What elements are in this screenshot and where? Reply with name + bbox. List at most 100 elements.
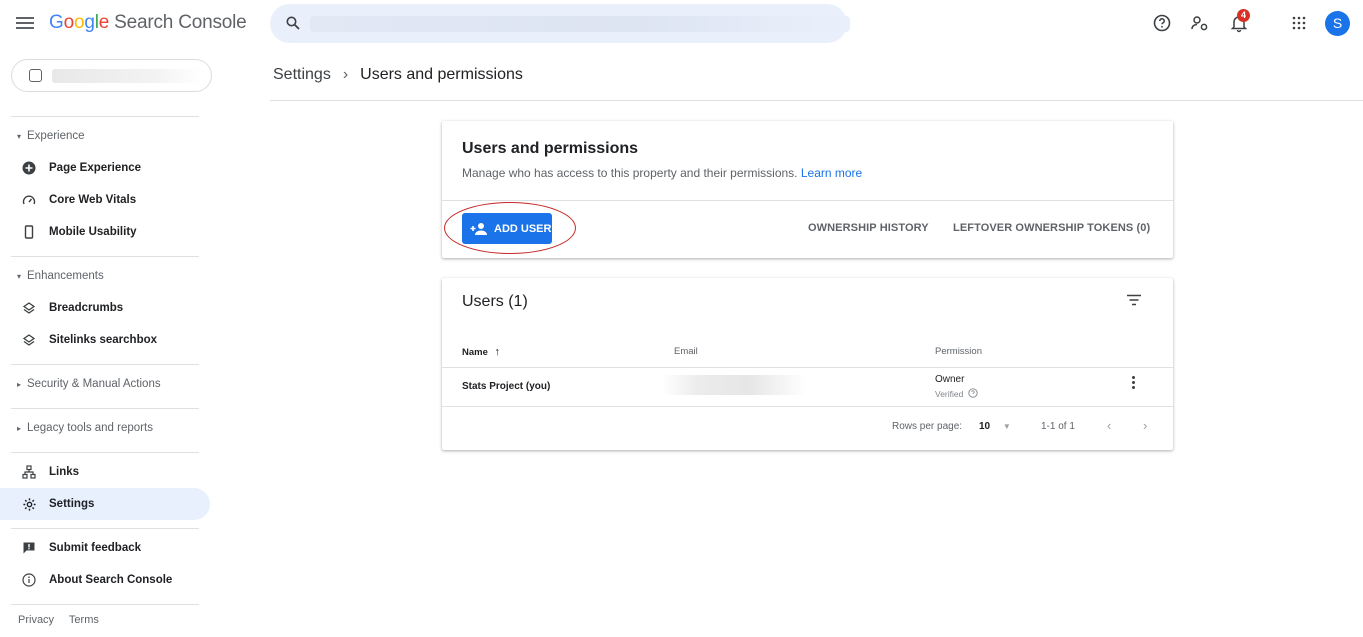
speed-gauge-icon — [21, 192, 37, 208]
sidebar-item-label: Settings — [49, 498, 95, 510]
sidebar-item-page-experience[interactable]: Page Experience — [0, 152, 210, 184]
logo-letter: o — [63, 12, 75, 33]
leftover-tokens-button[interactable]: LEFTOVER OWNERSHIP TOKENS (0) — [953, 222, 1150, 234]
sidebar-item-sitelinks-searchbox[interactable]: Sitelinks searchbox — [0, 324, 210, 356]
notification-badge: 4 — [1237, 9, 1250, 22]
sidebar-item-settings[interactable]: Settings — [0, 488, 210, 520]
section-enhancements[interactable]: ▾ Enhancements — [17, 270, 104, 282]
next-page-icon[interactable]: › — [1143, 418, 1147, 433]
header-divider — [270, 100, 1363, 101]
redacted-property-name — [52, 69, 202, 83]
rows-per-page-select[interactable]: 10 ▼ — [979, 421, 1011, 432]
add-user-label: ADD USER — [494, 222, 552, 235]
logo-letter: o — [73, 12, 85, 33]
sidebar-item-mobile-usability[interactable]: Mobile Usability — [0, 216, 210, 248]
sort-arrow-icon: ↑ — [494, 346, 501, 358]
top-bar: Google Search Console 4 S — [0, 0, 1363, 47]
breadcrumb: Settings › Users and permissions — [273, 66, 523, 84]
previous-page-icon[interactable]: ‹ — [1107, 418, 1111, 433]
gear-icon — [21, 496, 37, 512]
feedback-icon — [21, 540, 37, 556]
sidebar-item-about[interactable]: About Search Console — [0, 564, 210, 596]
rows-per-page-value: 10 — [979, 421, 991, 432]
users-card: Users (1) Name ↑ Email Permission Stats … — [442, 278, 1173, 450]
sidebar-item-label: Links — [49, 466, 80, 478]
section-experience[interactable]: ▾ Experience — [17, 130, 85, 142]
search-icon — [286, 16, 300, 30]
filter-icon[interactable] — [1126, 293, 1142, 307]
section-label: Security & Manual Actions — [27, 378, 161, 390]
sidebar-item-label: Breadcrumbs — [49, 302, 124, 314]
app-title: Search Console — [114, 12, 247, 33]
redacted-email — [662, 375, 807, 395]
sidebar-divider — [11, 364, 199, 365]
section-label: Enhancements — [27, 270, 104, 282]
smartphone-icon — [21, 224, 37, 240]
card-divider — [442, 200, 1173, 201]
sidebar-item-links[interactable]: Links — [0, 456, 210, 488]
user-name: Stats Project (you) — [462, 381, 551, 392]
account-settings-icon[interactable] — [1190, 13, 1210, 33]
redacted-search-text — [310, 16, 850, 32]
section-security[interactable]: ▸ Security & Manual Actions — [17, 378, 161, 390]
ownership-history-button[interactable]: OWNERSHIP HISTORY — [808, 222, 929, 234]
more-options-icon[interactable] — [1130, 376, 1136, 392]
apps-grid-icon[interactable] — [1289, 13, 1309, 33]
property-selector[interactable] — [11, 59, 212, 92]
sidebar-item-label: Submit feedback — [49, 542, 142, 554]
sidebar-divider — [11, 452, 199, 453]
description-text: Manage who has access to this property a… — [462, 166, 798, 180]
dropdown-arrow-icon: ▼ — [1002, 422, 1011, 431]
logo-letter: G — [49, 12, 64, 33]
terms-link[interactable]: Terms — [69, 614, 99, 626]
table-header-divider — [442, 367, 1173, 368]
sidebar-item-core-web-vitals[interactable]: Core Web Vitals — [0, 184, 210, 216]
sidebar-item-breadcrumbs[interactable]: Breadcrumbs — [0, 292, 210, 324]
avatar[interactable]: S — [1325, 11, 1350, 36]
logo-letter: e — [98, 12, 110, 33]
column-header-label: Name — [462, 347, 488, 358]
layers-icon — [21, 332, 37, 348]
table-row-divider — [442, 406, 1173, 407]
learn-more-link[interactable]: Learn more — [801, 166, 862, 180]
sidebar-item-label: Mobile Usability — [49, 226, 137, 238]
card-title: Users and permissions — [462, 140, 639, 157]
section-legacy[interactable]: ▸ Legacy tools and reports — [17, 422, 153, 434]
sidebar-divider — [11, 408, 199, 409]
page-range: 1-1 of 1 — [1041, 421, 1075, 432]
add-user-button[interactable]: ADD USER — [462, 213, 552, 244]
sidebar-item-label: About Search Console — [49, 574, 173, 586]
users-card-title: Users (1) — [462, 293, 528, 310]
section-label: Legacy tools and reports — [27, 422, 153, 434]
app-logo[interactable]: Google Search Console — [49, 12, 247, 34]
verified-label: Verified — [935, 389, 964, 399]
logo-letter: g — [84, 12, 95, 33]
privacy-link[interactable]: Privacy — [18, 614, 54, 626]
main-menu-icon[interactable] — [16, 14, 34, 32]
user-permission: Owner — [935, 374, 965, 385]
info-icon — [21, 572, 37, 588]
rows-per-page-label: Rows per page: — [892, 421, 963, 432]
help-icon[interactable] — [968, 388, 978, 398]
layers-icon — [21, 300, 37, 316]
sidebar-divider — [11, 528, 199, 529]
footer-links: Privacy Terms — [18, 614, 111, 626]
add-circle-icon — [21, 160, 37, 176]
column-header-name[interactable]: Name ↑ — [462, 346, 500, 358]
sidebar-divider — [11, 116, 199, 117]
sidebar-divider — [11, 604, 199, 605]
breadcrumb-settings-link[interactable]: Settings — [273, 66, 331, 83]
verified-status: Verified — [935, 388, 978, 399]
card-description: Manage who has access to this property a… — [462, 166, 862, 180]
expand-arrow-icon: ▸ — [17, 380, 22, 389]
search-input[interactable] — [270, 4, 850, 43]
permissions-card: Users and permissions Manage who has acc… — [442, 121, 1173, 258]
collapse-arrow-icon: ▾ — [17, 132, 22, 141]
sidebar-item-submit-feedback[interactable]: Submit feedback — [0, 532, 210, 564]
sidebar-item-label: Page Experience — [49, 162, 142, 174]
sitemap-icon — [21, 464, 37, 480]
breadcrumb-separator: › — [342, 66, 349, 83]
sidebar-divider — [11, 256, 199, 257]
help-icon[interactable] — [1152, 13, 1172, 33]
section-label: Experience — [27, 130, 85, 142]
